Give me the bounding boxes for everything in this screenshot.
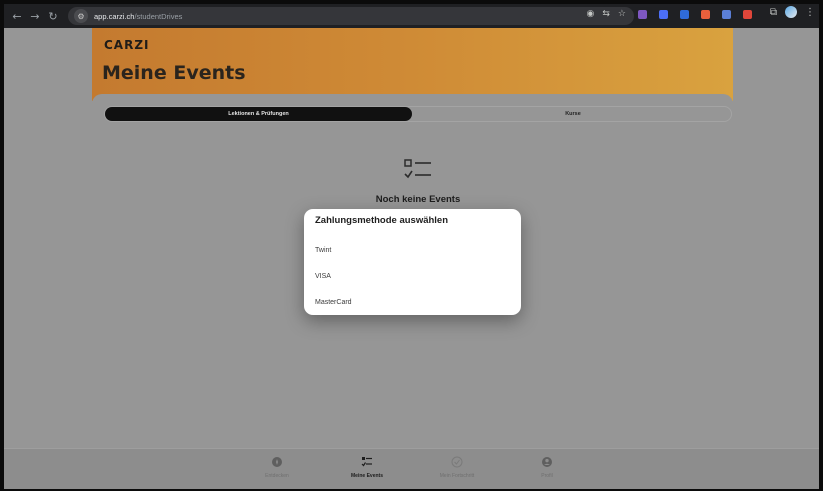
- payment-option-twint[interactable]: Twint: [304, 239, 521, 261]
- extension-icon[interactable]: [743, 10, 752, 19]
- extension-icon[interactable]: [701, 10, 710, 19]
- check-circle-icon: [451, 456, 463, 468]
- extension-icon[interactable]: [638, 10, 647, 19]
- bookmark-star-icon[interactable]: ☆: [618, 9, 626, 19]
- nav-label: Mein Fortschritt: [439, 473, 475, 479]
- nav-label: Entdecken: [265, 473, 289, 479]
- compass-icon: [272, 457, 282, 467]
- menu-dots-icon[interactable]: ⋮: [805, 7, 815, 18]
- checklist-icon: [404, 159, 431, 179]
- payment-method-dialog: Zahlungsmethode auswählen Twint VISA Mas…: [304, 209, 521, 315]
- tab-lektionen-pruefungen[interactable]: Lektionen & Prüfungen: [105, 107, 412, 121]
- tab-bar: Lektionen & Prüfungen Kurse: [104, 106, 732, 122]
- empty-state-text: Noch keine Events: [375, 194, 461, 205]
- profile-avatar[interactable]: [785, 6, 797, 18]
- reload-button[interactable]: ↻: [44, 7, 62, 25]
- extension-icon[interactable]: [680, 10, 689, 19]
- page-title: Meine Events: [102, 62, 246, 84]
- url-host: app.carzi.ch: [94, 11, 135, 21]
- browser-window: ← → ↻ ⚙ app.carzi.ch /studentDrives ◉ ⇆ …: [0, 0, 823, 491]
- nav-profil[interactable]: Profil: [512, 456, 582, 479]
- site-info-icon[interactable]: ⚙: [74, 9, 88, 23]
- forward-button[interactable]: →: [26, 7, 44, 25]
- bottom-navigation: Entdecken Meine Events Mein Fortschritt …: [4, 448, 819, 489]
- eye-icon[interactable]: ◉: [587, 9, 595, 19]
- extension-icon[interactable]: [722, 10, 731, 19]
- shield-extension-icon[interactable]: [659, 10, 668, 19]
- nav-meine-events[interactable]: Meine Events: [332, 456, 402, 479]
- address-bar[interactable]: ⚙ app.carzi.ch /studentDrives ◉ ⇆ ☆: [68, 7, 634, 25]
- checklist-icon: [361, 457, 372, 467]
- user-icon: [542, 457, 552, 467]
- nav-label: Meine Events: [351, 473, 383, 479]
- tab-kurse[interactable]: Kurse: [415, 107, 731, 121]
- translate-icon[interactable]: ⇆: [602, 9, 610, 19]
- nav-entdecken[interactable]: Entdecken: [242, 456, 312, 479]
- carzi-logo: CARZI: [104, 38, 150, 52]
- payment-option-mastercard[interactable]: MasterCard: [304, 291, 521, 313]
- browser-toolbar: ← → ↻ ⚙ app.carzi.ch /studentDrives ◉ ⇆ …: [4, 4, 819, 28]
- nav-mein-fortschritt[interactable]: Mein Fortschritt: [422, 456, 492, 479]
- back-button[interactable]: ←: [8, 7, 26, 25]
- puzzle-icon[interactable]: ⧉: [770, 7, 777, 18]
- payment-option-visa[interactable]: VISA: [304, 265, 521, 287]
- app-header: CARZI Meine Events: [92, 28, 733, 101]
- dialog-title: Zahlungsmethode auswählen: [315, 215, 449, 226]
- nav-label: Profil: [541, 473, 553, 479]
- url-path: /studentDrives: [134, 11, 183, 21]
